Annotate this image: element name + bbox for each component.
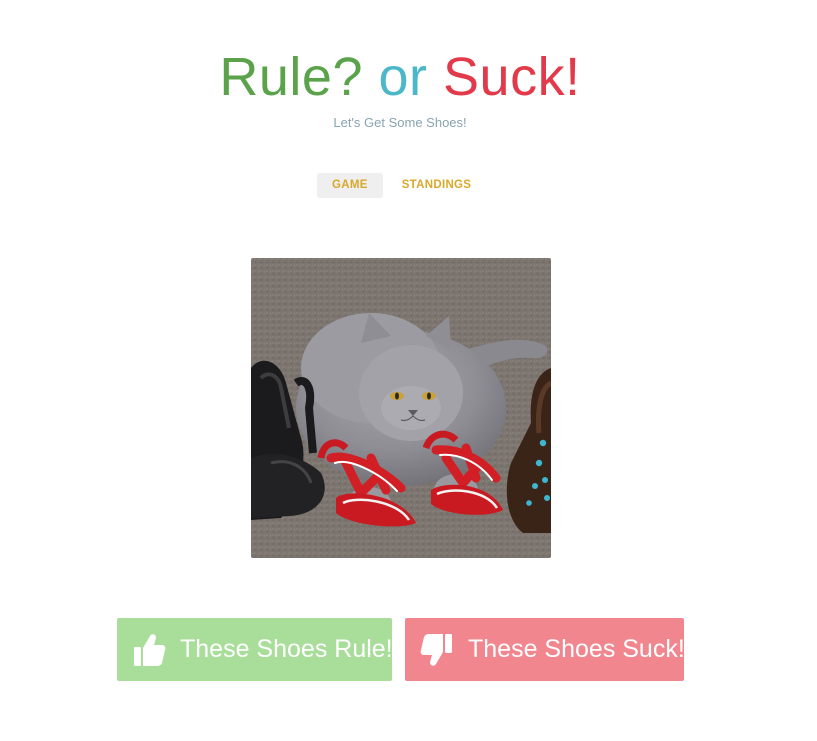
site-title: Rule? or Suck! [0,42,800,112]
suck-button[interactable]: These Shoes Suck! [405,618,685,681]
page: Rule? or Suck! Let's Get Some Shoes! GAM… [0,0,817,741]
suck-button-label: These Shoes Suck! [468,635,685,663]
rule-button-label: These Shoes Rule! [180,635,393,663]
shoe-photo [251,258,551,558]
tab-standings[interactable]: STANDINGS [387,173,487,198]
cat-in-shoes-image [251,258,551,558]
tab-game[interactable]: GAME [317,173,383,198]
main-nav: GAME STANDINGS [317,173,486,198]
rule-button[interactable]: These Shoes Rule! [117,618,393,681]
thumbs-up-icon [132,632,166,668]
title-or-word: or [378,47,428,107]
thumbs-down-icon [420,632,454,668]
title-suck-word: Suck! [443,47,581,107]
title-rule-word: Rule? [219,47,363,107]
site-subtitle: Let's Get Some Shoes! [333,115,467,130]
